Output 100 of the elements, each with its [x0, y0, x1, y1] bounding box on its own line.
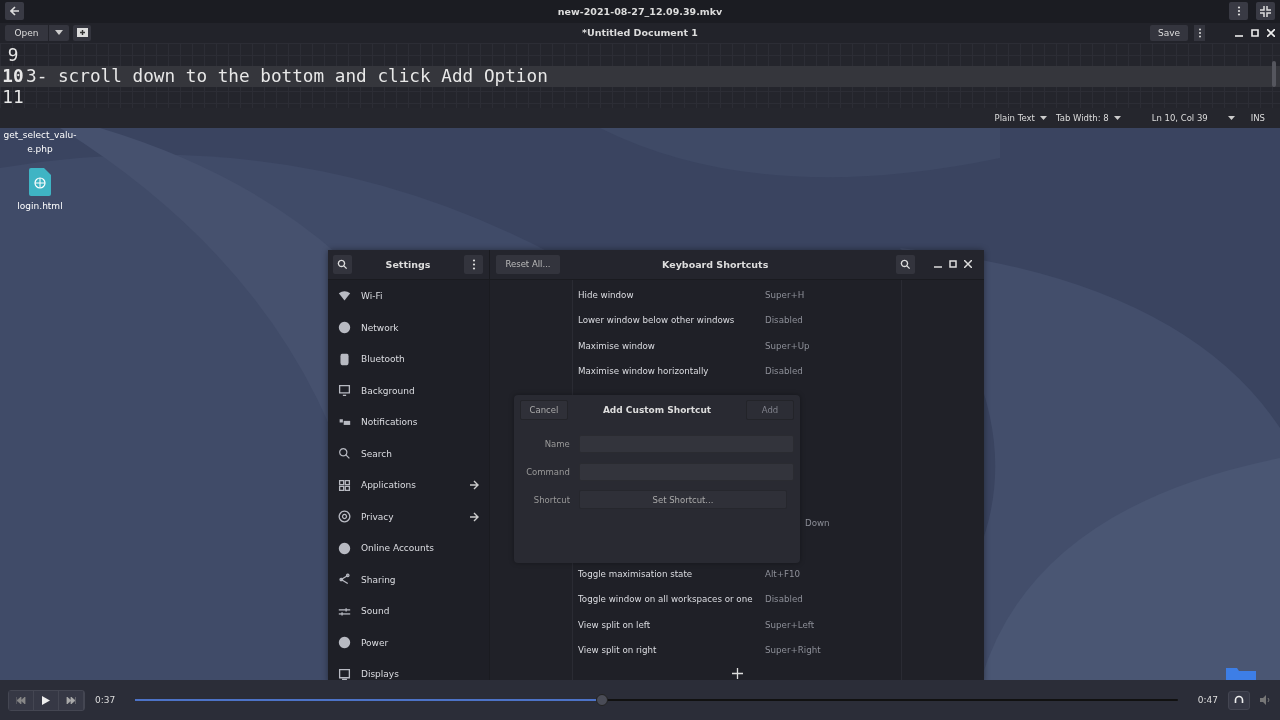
search-icon: [338, 447, 351, 461]
grid-icon: [338, 478, 351, 492]
skip-back-icon: [16, 696, 26, 704]
open-dropdown-button[interactable]: [49, 24, 69, 41]
sidebar-item[interactable]: Notifications: [328, 406, 489, 438]
sidebar-item[interactable]: Displays: [328, 658, 489, 681]
sidebar-item[interactable]: Power: [328, 626, 489, 659]
current-time: 0:37: [95, 695, 116, 706]
shortcut-name[interactable]: View split on right: [573, 644, 765, 655]
cancel-button[interactable]: Cancel: [520, 399, 568, 420]
maximize-icon[interactable]: [1251, 28, 1259, 37]
text-line: 3- scroll down to the bottom and click Add Option: [26, 66, 548, 87]
sidebar-item[interactable]: Online Accounts: [328, 532, 489, 564]
file-name[interactable]: login.html: [17, 198, 63, 213]
caret-icon: [1039, 115, 1047, 120]
close-icon[interactable]: [964, 260, 972, 269]
search-button[interactable]: [333, 254, 352, 274]
arrow-icon: [469, 480, 479, 491]
close-icon[interactable]: [1267, 28, 1275, 37]
play-icon: [42, 695, 50, 705]
shortcut-keys[interactable]: Super+Up: [765, 340, 810, 351]
add-icon[interactable]: [731, 668, 743, 680]
menu-button[interactable]: [1229, 2, 1248, 21]
next-button[interactable]: [59, 690, 84, 710]
file-name[interactable]: get_select_valu- e.php: [3, 127, 77, 156]
sidebar-item[interactable]: Sound: [328, 595, 489, 627]
arrow-icon: [469, 511, 479, 522]
shortcut-keys[interactable]: Disabled: [765, 366, 803, 377]
sidebar-item[interactable]: Sharing: [328, 563, 489, 596]
language-selector[interactable]: Plain Text: [994, 112, 1035, 123]
shortcut-keys[interactable]: Super+H: [765, 290, 805, 301]
skip-forward-icon: [66, 696, 76, 704]
headphones-icon: [1234, 695, 1244, 706]
line-number: 11: [1, 87, 25, 108]
sidebar-item[interactable]: Applications: [328, 469, 489, 501]
shortcut-keys[interactable]: Super+Left: [765, 619, 815, 630]
field-label: Name: [543, 438, 570, 449]
caret-icon: [55, 30, 63, 36]
new-document-button[interactable]: [73, 24, 91, 41]
field-label: Command: [525, 466, 570, 477]
search-icon: [337, 258, 348, 270]
open-button[interactable]: Open: [5, 24, 48, 41]
field-label: Shortcut: [532, 494, 570, 505]
shortcut-name[interactable]: Maximise window: [573, 340, 765, 351]
display-icon: [338, 667, 351, 681]
sidebar-item[interactable]: Network: [328, 311, 489, 344]
set-shortcut-button[interactable]: Set Shortcut...: [579, 490, 787, 510]
shortcut-name[interactable]: Toggle maximisation state: [573, 568, 765, 579]
shortcut-name[interactable]: Toggle window on all workspaces or one: [573, 594, 765, 605]
shortcut-keys[interactable]: Alt+F10: [765, 568, 801, 579]
shortcut-name[interactable]: Maximise window horizontally: [573, 366, 765, 377]
tab-width-selector[interactable]: Tab Width: 8: [1055, 112, 1109, 123]
sidebar-item[interactable]: Privacy: [328, 500, 489, 533]
scrollbar[interactable]: [1272, 60, 1276, 87]
document-title: *Untitled Document 1: [582, 27, 698, 39]
menu-button[interactable]: [1194, 24, 1205, 41]
headphones-button[interactable]: [1228, 690, 1250, 710]
menu-icon: [471, 258, 476, 270]
exit-fullscreen-button[interactable]: [1256, 2, 1275, 21]
dialog-title: Add Custom Shortcut: [602, 404, 712, 415]
sidebar-item[interactable]: Wi-Fi: [328, 280, 489, 312]
menu-icon: [1197, 27, 1202, 38]
shortcut-keys[interactable]: Disabled: [765, 315, 803, 326]
line-number: 10: [1, 66, 25, 87]
shortcut-keys: Down: [805, 518, 830, 529]
play-button[interactable]: [34, 690, 59, 710]
monitor-icon: [338, 384, 351, 398]
shortcut-keys[interactable]: Disabled: [765, 594, 803, 605]
back-arrow-icon: [9, 6, 20, 17]
exit-fullscreen-icon: [1260, 5, 1271, 17]
shortcut-name[interactable]: View split on left: [573, 619, 765, 630]
caret-icon: [1113, 115, 1121, 120]
target-icon: [338, 510, 351, 524]
settings-title: Settings: [385, 258, 431, 270]
sidebar-item[interactable]: Background: [328, 374, 489, 407]
search-button[interactable]: [896, 254, 915, 274]
sidebar-item[interactable]: Bluetooth: [328, 343, 489, 375]
search-icon: [900, 258, 911, 270]
wifi-icon: [338, 289, 351, 303]
reset-all-button[interactable]: Reset All...: [496, 254, 560, 274]
cursor-position[interactable]: Ln 10, Col 39: [1151, 112, 1208, 123]
shortcut-name[interactable]: Lower window below other windows: [573, 315, 765, 326]
save-button[interactable]: Save: [1150, 24, 1188, 41]
insert-mode: INS: [1250, 112, 1265, 123]
menu-icon: [1236, 6, 1241, 17]
shortcut-name[interactable]: Hide window: [573, 290, 765, 301]
panel-title: Keyboard Shortcuts: [662, 258, 769, 270]
volume-icon[interactable]: [1260, 695, 1272, 706]
line-number: 9: [6, 45, 20, 66]
shortcut-keys[interactable]: Super+Right: [765, 644, 821, 655]
seek-handle[interactable]: [596, 694, 609, 707]
video-title: new-2021-08-27_12.09.39.mkv: [557, 5, 723, 17]
share-icon: [338, 573, 351, 587]
total-time: 0:47: [1197, 695, 1218, 706]
text-area[interactable]: 9 10 3- scroll down to the bottom and click Add Option 11: [0, 42, 1280, 108]
maximize-icon[interactable]: [949, 260, 957, 269]
caret-icon: [1227, 115, 1235, 120]
sidebar-item[interactable]: Search: [328, 437, 489, 470]
new-document-icon: [76, 28, 88, 38]
back-button[interactable]: [5, 2, 24, 21]
